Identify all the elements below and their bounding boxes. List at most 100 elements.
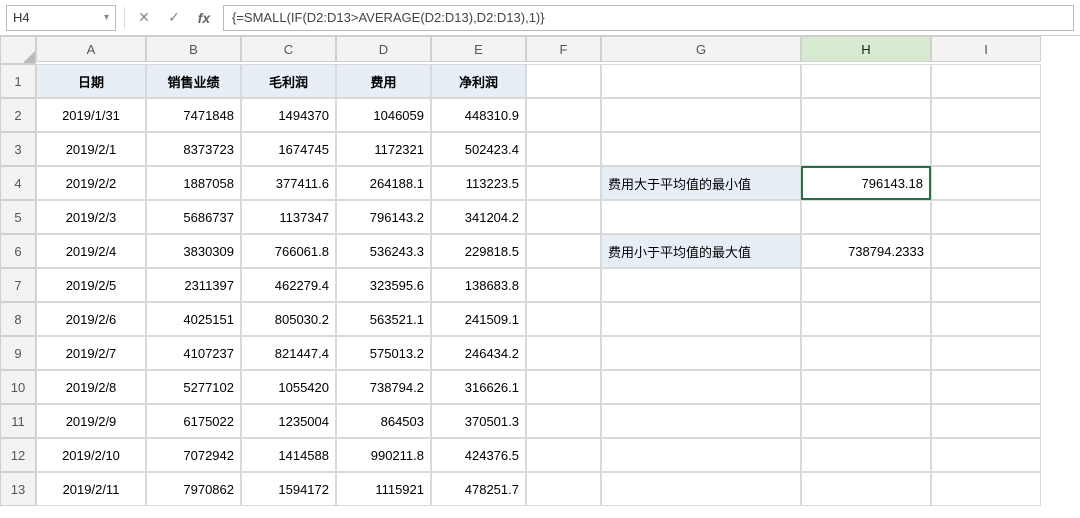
column-header-G[interactable]: G — [601, 36, 801, 62]
cell-I8[interactable] — [931, 302, 1041, 336]
cell-H8[interactable] — [801, 302, 931, 336]
cell-E4[interactable]: 113223.5 — [431, 166, 526, 200]
cell-D8[interactable]: 563521.1 — [336, 302, 431, 336]
cell-H7[interactable] — [801, 268, 931, 302]
cell-B13[interactable]: 7970862 — [146, 472, 241, 506]
row-header-7[interactable]: 7 — [0, 268, 36, 302]
cell-E11[interactable]: 370501.3 — [431, 404, 526, 438]
cell-D3[interactable]: 1172321 — [336, 132, 431, 166]
cell-A10[interactable]: 2019/2/8 — [36, 370, 146, 404]
cell-B3[interactable]: 8373723 — [146, 132, 241, 166]
cell-F6[interactable] — [526, 234, 601, 268]
cell-F3[interactable] — [526, 132, 601, 166]
table-header-4[interactable]: 净利润 — [431, 64, 526, 98]
cell-B11[interactable]: 6175022 — [146, 404, 241, 438]
cell-C12[interactable]: 1414588 — [241, 438, 336, 472]
cell-E10[interactable]: 316626.1 — [431, 370, 526, 404]
cell-A4[interactable]: 2019/2/2 — [36, 166, 146, 200]
cell-A7[interactable]: 2019/2/5 — [36, 268, 146, 302]
cell-C6[interactable]: 766061.8 — [241, 234, 336, 268]
cell-H1[interactable] — [801, 64, 931, 98]
cell-A2[interactable]: 2019/1/31 — [36, 98, 146, 132]
cell-G2[interactable] — [601, 98, 801, 132]
row-header-2[interactable]: 2 — [0, 98, 36, 132]
column-header-F[interactable]: F — [526, 36, 601, 62]
cell-D11[interactable]: 864503 — [336, 404, 431, 438]
cell-I13[interactable] — [931, 472, 1041, 506]
table-header-3[interactable]: 费用 — [336, 64, 431, 98]
cell-D5[interactable]: 796143.2 — [336, 200, 431, 234]
cell-H13[interactable] — [801, 472, 931, 506]
value-max-below-avg[interactable]: 738794.2333 — [801, 234, 931, 268]
cell-A12[interactable]: 2019/2/10 — [36, 438, 146, 472]
cell-C9[interactable]: 821447.4 — [241, 336, 336, 370]
cell-F9[interactable] — [526, 336, 601, 370]
cell-E8[interactable]: 241509.1 — [431, 302, 526, 336]
cell-B5[interactable]: 5686737 — [146, 200, 241, 234]
value-min-above-avg[interactable]: 796143.18 — [801, 166, 931, 200]
cell-H5[interactable] — [801, 200, 931, 234]
row-header-4[interactable]: 4 — [0, 166, 36, 200]
cell-B7[interactable]: 2311397 — [146, 268, 241, 302]
cell-F5[interactable] — [526, 200, 601, 234]
name-box[interactable]: H4 ▾ — [6, 5, 116, 31]
cell-E6[interactable]: 229818.5 — [431, 234, 526, 268]
column-header-I[interactable]: I — [931, 36, 1041, 62]
cell-G9[interactable] — [601, 336, 801, 370]
row-header-3[interactable]: 3 — [0, 132, 36, 166]
cell-I6[interactable] — [931, 234, 1041, 268]
cell-D10[interactable]: 738794.2 — [336, 370, 431, 404]
cell-E13[interactable]: 478251.7 — [431, 472, 526, 506]
cell-F7[interactable] — [526, 268, 601, 302]
cell-H3[interactable] — [801, 132, 931, 166]
row-header-9[interactable]: 9 — [0, 336, 36, 370]
cell-I11[interactable] — [931, 404, 1041, 438]
spreadsheet-grid[interactable]: ABCDEFGHI1日期销售业绩毛利润费用净利润22019/1/31747184… — [0, 36, 1080, 506]
cell-B4[interactable]: 1887058 — [146, 166, 241, 200]
cell-B6[interactable]: 3830309 — [146, 234, 241, 268]
cell-F8[interactable] — [526, 302, 601, 336]
cell-A9[interactable]: 2019/2/7 — [36, 336, 146, 370]
formula-input[interactable]: {=SMALL(IF(D2:D13>AVERAGE(D2:D13),D2:D13… — [223, 5, 1074, 31]
cell-I12[interactable] — [931, 438, 1041, 472]
column-header-E[interactable]: E — [431, 36, 526, 62]
cell-A13[interactable]: 2019/2/11 — [36, 472, 146, 506]
cell-I5[interactable] — [931, 200, 1041, 234]
cell-I7[interactable] — [931, 268, 1041, 302]
row-header-10[interactable]: 10 — [0, 370, 36, 404]
row-header-6[interactable]: 6 — [0, 234, 36, 268]
cell-F1[interactable] — [526, 64, 601, 98]
table-header-2[interactable]: 毛利润 — [241, 64, 336, 98]
label-min-above-avg[interactable]: 费用大于平均值的最小值 — [601, 166, 801, 200]
cell-A3[interactable]: 2019/2/1 — [36, 132, 146, 166]
cell-E5[interactable]: 341204.2 — [431, 200, 526, 234]
cell-E2[interactable]: 448310.9 — [431, 98, 526, 132]
cell-D13[interactable]: 1115921 — [336, 472, 431, 506]
cell-D4[interactable]: 264188.1 — [336, 166, 431, 200]
cell-A8[interactable]: 2019/2/6 — [36, 302, 146, 336]
cell-G1[interactable] — [601, 64, 801, 98]
cell-D9[interactable]: 575013.2 — [336, 336, 431, 370]
cell-C11[interactable]: 1235004 — [241, 404, 336, 438]
cell-I9[interactable] — [931, 336, 1041, 370]
select-all-corner[interactable] — [0, 36, 36, 64]
cell-C13[interactable]: 1594172 — [241, 472, 336, 506]
fx-icon[interactable]: fx — [193, 7, 215, 29]
column-header-B[interactable]: B — [146, 36, 241, 62]
row-header-8[interactable]: 8 — [0, 302, 36, 336]
cell-G13[interactable] — [601, 472, 801, 506]
table-header-0[interactable]: 日期 — [36, 64, 146, 98]
cell-G3[interactable] — [601, 132, 801, 166]
cell-E7[interactable]: 138683.8 — [431, 268, 526, 302]
cell-B2[interactable]: 7471848 — [146, 98, 241, 132]
cell-D2[interactable]: 1046059 — [336, 98, 431, 132]
cell-G11[interactable] — [601, 404, 801, 438]
cell-F13[interactable] — [526, 472, 601, 506]
cell-F11[interactable] — [526, 404, 601, 438]
cell-C8[interactable]: 805030.2 — [241, 302, 336, 336]
cell-H12[interactable] — [801, 438, 931, 472]
column-header-C[interactable]: C — [241, 36, 336, 62]
cell-C4[interactable]: 377411.6 — [241, 166, 336, 200]
cell-F2[interactable] — [526, 98, 601, 132]
cell-G12[interactable] — [601, 438, 801, 472]
